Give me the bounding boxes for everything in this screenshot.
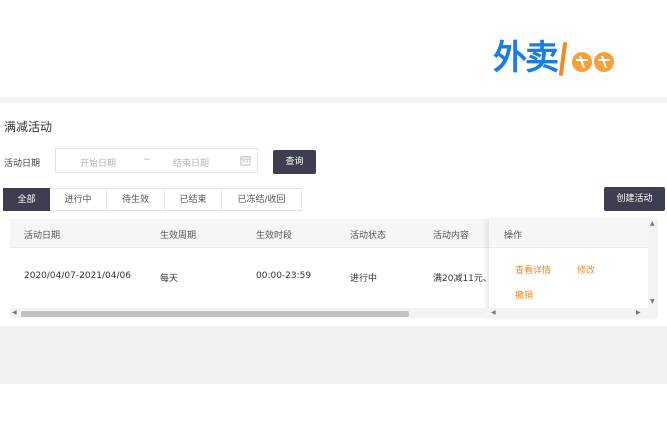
- date-range-picker[interactable]: 开始日期 ~ 结束日期: [55, 148, 258, 173]
- col-cycle: 生效周期: [160, 231, 197, 241]
- calendar-icon[interactable]: [240, 155, 251, 166]
- tab-ended[interactable]: 已结束: [165, 188, 222, 211]
- actions-column: 操作 查看详情 修改 撤销 ▲ ▼ ◀ ▶: [489, 219, 658, 318]
- logo-mark-icon: [559, 42, 614, 76]
- tab-frozen[interactable]: 已冻结/收回: [222, 188, 302, 211]
- col-actions: 操作: [504, 231, 523, 241]
- col-status: 活动状态: [350, 231, 387, 241]
- horizontal-scrollbar[interactable]: ◀: [10, 308, 489, 318]
- waimai-logo: 外卖: [493, 38, 619, 78]
- query-button[interactable]: 查询: [273, 150, 316, 174]
- revoke-link[interactable]: 撤销: [515, 288, 533, 301]
- col-content: 活动内容: [433, 231, 470, 241]
- actions-scrollbar[interactable]: ◀ ▶: [489, 308, 658, 318]
- view-details-link[interactable]: 查看详情: [515, 263, 551, 276]
- scroll-left-icon[interactable]: ◀: [491, 308, 496, 318]
- cell-status: 进行中: [350, 274, 378, 284]
- page-title: 满减活动: [4, 120, 53, 134]
- create-activity-button[interactable]: 创建活动: [604, 187, 665, 211]
- scroll-left-icon[interactable]: ◀: [12, 308, 17, 318]
- actions-header: 操作: [489, 219, 658, 248]
- date-separator: ~: [143, 155, 151, 165]
- cell-cycle: 每天: [160, 274, 179, 284]
- tab-all[interactable]: 全部: [3, 188, 50, 211]
- scroll-right-icon[interactable]: ▶: [636, 308, 641, 318]
- date-filter-label: 活动日期: [4, 159, 41, 169]
- status-tabs: 全部 进行中 待生效 已结束 已冻结/收回: [3, 188, 302, 211]
- cell-content: 满20减11元、: [433, 274, 492, 284]
- logo-text: 外卖: [493, 38, 559, 78]
- vertical-scrollbar[interactable]: ▲ ▼: [648, 219, 658, 308]
- tab-pending[interactable]: 待生效: [107, 188, 165, 211]
- col-period: 生效时段: [256, 231, 293, 241]
- col-date: 活动日期: [24, 231, 61, 241]
- cell-date: 2020/04/07-2021/04/06: [24, 271, 131, 281]
- start-date-input[interactable]: 开始日期: [80, 156, 116, 169]
- tab-in-progress[interactable]: 进行中: [50, 188, 107, 211]
- main-panel: 满减活动 活动日期 开始日期 ~ 结束日期 查询 全部 进行中 待生效 已结束 …: [0, 103, 667, 326]
- activity-table: 活动日期 生效周期 生效时段 活动状态 活动内容 2020/04/07-2021…: [10, 219, 658, 318]
- scroll-up-icon[interactable]: ▲: [650, 219, 655, 229]
- scroll-down-icon[interactable]: ▼: [650, 297, 655, 307]
- end-date-input[interactable]: 结束日期: [173, 156, 209, 169]
- bottom-area: [0, 326, 667, 384]
- top-header: 外卖: [0, 0, 667, 97]
- cell-period: 00:00-23:59: [256, 271, 312, 281]
- edit-link[interactable]: 修改: [577, 263, 595, 276]
- scrollbar-thumb[interactable]: [21, 311, 409, 317]
